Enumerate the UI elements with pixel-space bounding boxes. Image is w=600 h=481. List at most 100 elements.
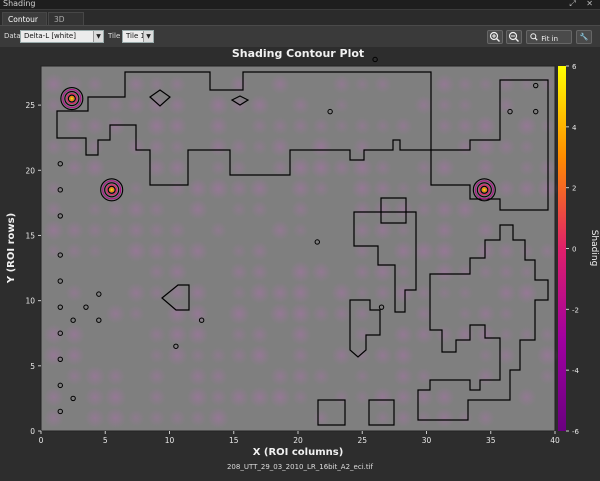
x-tick-label: 30 (422, 436, 432, 445)
shading-blob (85, 387, 105, 407)
shading-blob (516, 387, 537, 407)
shading-blob (518, 159, 535, 176)
shading-blob (86, 75, 104, 94)
hotspot-center (110, 188, 113, 192)
colorbar-tick-label: 6 (572, 63, 577, 71)
shading-blob (230, 284, 247, 301)
shading-blob (126, 74, 146, 95)
shading-blob (147, 387, 166, 407)
shading-blob (42, 73, 65, 96)
shading-blob (147, 221, 166, 239)
shading-blob (229, 74, 249, 94)
shading-blob (187, 282, 209, 304)
shading-blob (310, 135, 333, 158)
shading-blob (269, 302, 291, 325)
shading-blob (187, 199, 208, 220)
shading-blob (435, 96, 454, 114)
shading-blob (392, 240, 414, 262)
shading-blob (290, 324, 312, 345)
shading-blob (290, 366, 311, 387)
shading-blob (476, 408, 495, 428)
shading-blob (208, 366, 228, 386)
shading-blob (187, 366, 208, 387)
shading-blob (168, 221, 187, 240)
shading-blob (64, 136, 85, 158)
shading-blob (168, 138, 186, 156)
shading-blob (167, 95, 188, 115)
shading-blob (189, 409, 207, 427)
shading-blob (269, 386, 291, 408)
x-axis-label: X (ROI columns) (253, 447, 344, 458)
shading-blob (65, 367, 84, 386)
shading-blob (538, 367, 556, 385)
shading-blob (270, 366, 290, 386)
shading-blob (496, 241, 516, 261)
shading-blob (167, 157, 188, 178)
shading-blob (457, 305, 473, 322)
shading-blob (230, 326, 248, 344)
shading-blob (125, 240, 147, 262)
shading-blob (269, 136, 291, 158)
shading-blob (311, 262, 332, 282)
shading-blob (476, 366, 496, 386)
shading-blob (148, 409, 166, 427)
shading-blob (310, 156, 333, 179)
shading-blob (477, 76, 494, 93)
shading-blob (433, 240, 456, 263)
y-axis-ticks: 0 5 10 15 20 25 (25, 101, 41, 436)
shading-blob (353, 137, 372, 156)
y-tick-label: 10 (25, 297, 35, 306)
shading-blob (372, 178, 393, 199)
shading-blob (229, 262, 249, 282)
shading-blob (290, 178, 311, 199)
x-tick-label: 35 (486, 436, 496, 445)
shading-blob (64, 158, 85, 178)
shading-blob (352, 262, 372, 282)
shading-blob (250, 325, 269, 344)
shading-blob (166, 302, 189, 325)
shading-blob (84, 157, 106, 179)
shading-blob (518, 76, 535, 93)
shading-blob (353, 304, 372, 323)
shading-blob (289, 302, 312, 325)
colorbar-tick-label: -2 (572, 306, 579, 314)
shading-blob (248, 344, 271, 367)
shading-blob (187, 178, 209, 199)
contour-dot (372, 56, 378, 63)
shading-blob (351, 177, 374, 200)
colorbar-tick-label: 2 (572, 185, 576, 193)
shading-blob (374, 117, 391, 135)
shading-blob (228, 386, 250, 408)
shading-blob (332, 74, 352, 94)
shading-blob (43, 219, 65, 241)
shading-blob (290, 282, 312, 304)
shading-blob (475, 220, 496, 240)
shading-blob (455, 116, 475, 136)
y-axis-label: Y (ROI rows) (6, 213, 17, 284)
shading-blob (414, 179, 433, 198)
shading-blob (125, 199, 147, 220)
shading-blob (126, 282, 147, 303)
shading-blob (270, 74, 290, 95)
shading-blob (292, 388, 309, 406)
shading-blob (414, 324, 434, 345)
colorbar-tick-label: -6 (572, 428, 580, 436)
shading-blob (127, 409, 145, 427)
shading-blob (289, 156, 312, 179)
shading-blob (433, 261, 456, 283)
shading-blob (106, 200, 125, 219)
shading-blob (168, 409, 186, 427)
shading-blob (106, 366, 125, 386)
shading-blob (373, 283, 393, 303)
x-tick-label: 10 (165, 436, 175, 445)
shading-blob (64, 115, 85, 137)
shading-blob (496, 178, 516, 199)
shading-blob (248, 386, 270, 408)
colorbar-tick-label: -4 (572, 367, 580, 375)
shading-blob (475, 324, 496, 345)
shading-blob (43, 324, 65, 345)
shading-blob (395, 180, 412, 197)
shading-blob (166, 323, 188, 346)
colorbar-tick-label: 4 (572, 124, 577, 132)
contour-chart[interactable]: Shading Contour Plot 0 5 10 15 20 25 30 35 40 05… (0, 0, 600, 481)
